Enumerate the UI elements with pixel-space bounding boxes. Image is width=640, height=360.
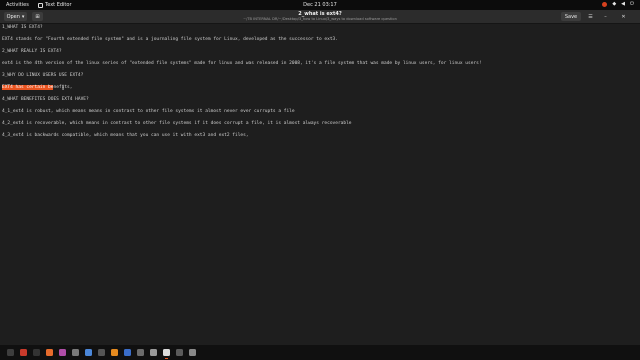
open-button-label: Open — [6, 13, 20, 20]
power-icon[interactable]: ⏻ — [630, 1, 634, 7]
help-icon[interactable] — [137, 349, 144, 356]
settings-icon[interactable] — [72, 349, 79, 356]
top-bar: Activities Text Editor Dec 21 03:17 ◆ ◀ … — [0, 0, 640, 10]
document-path: ~/TB INTERNAL DR/~/Desktop/3_how to Linu… — [243, 17, 397, 21]
text-editor-icon[interactable] — [163, 349, 170, 359]
clock[interactable]: Dec 21 03:17 — [0, 2, 640, 8]
tools-icon[interactable] — [150, 349, 157, 356]
text-line: EXT4 stands for "Fourth extended file sy… — [2, 37, 338, 42]
minimize-icon[interactable]: – — [601, 12, 610, 21]
store-icon[interactable] — [98, 349, 105, 356]
volume-icon[interactable]: ◀ — [621, 1, 625, 7]
system-tray[interactable]: ◆ ◀ ⏻ — [602, 1, 634, 7]
header-bar: Open ▾ ⊞ 2_what is ext4? ~/TB INTERNAL D… — [0, 10, 640, 24]
notes-icon[interactable] — [176, 349, 183, 356]
open-button[interactable]: Open ▾ — [4, 12, 27, 21]
text-line: 4_2_ext4 is recoverable, which means in … — [2, 121, 352, 126]
new-document-icon: ⊞ — [35, 13, 40, 20]
text-line: 1_WHAT IS EXT4? — [2, 25, 43, 30]
text-line: 4_3_ext4 is backwards compatible, which … — [2, 133, 249, 138]
calendar-icon[interactable] — [20, 349, 27, 356]
text-selection: EXT4 has certain be — [2, 85, 54, 90]
files-icon[interactable] — [7, 349, 14, 356]
new-document-button[interactable]: ⊞ — [32, 12, 43, 21]
dock — [0, 345, 640, 360]
text-view[interactable]: 1_WHAT IS EXT4? EXT4 stands for "Fourth … — [0, 24, 640, 344]
text-line: 4_WHAT BENEFITES DOES EXT4 HAVE? — [2, 97, 89, 102]
text-line: 3_WHY DO LINUX USERS USE EXT4? — [2, 73, 84, 78]
save-button[interactable]: Save — [561, 12, 581, 21]
document-title-block: 2_what is ext4? ~/TB INTERNAL DR/~/Deskt… — [200, 12, 440, 22]
close-icon[interactable]: ✕ — [619, 12, 628, 21]
office-icon[interactable] — [124, 349, 131, 356]
text-line: ext4 is the 4th version of the linux ser… — [2, 61, 482, 66]
trash-icon[interactable] — [189, 349, 196, 356]
terminal-icon[interactable] — [33, 349, 40, 356]
mouse-cursor-icon: I — [62, 84, 65, 92]
network-icon[interactable]: ◆ — [612, 1, 616, 7]
chrome-icon[interactable] — [85, 349, 92, 356]
hamburger-menu-icon[interactable]: ☰ — [586, 12, 595, 21]
text-line: 2_WHAT REALLY IS EXT4? — [2, 49, 62, 54]
music-icon[interactable] — [59, 349, 66, 356]
save-button-label: Save — [564, 13, 578, 20]
chevron-down-icon: ▾ — [21, 13, 25, 20]
browser-icon[interactable] — [46, 349, 53, 356]
text-line: 4_1_ext4 is robust, which means means in… — [2, 109, 295, 114]
notification-icon[interactable] — [602, 1, 608, 7]
vlc-icon[interactable] — [111, 349, 118, 356]
